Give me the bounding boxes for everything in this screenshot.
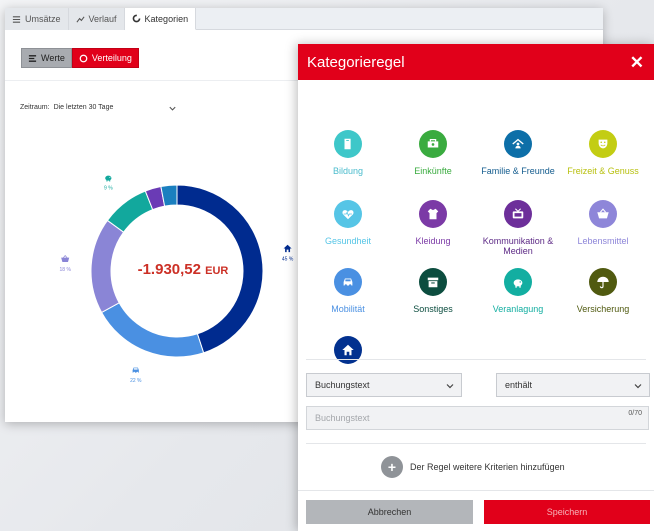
slice-label-1 [132, 367, 139, 374]
operator-select[interactable]: enthält [496, 373, 650, 397]
heart-pulse-icon [334, 200, 362, 228]
cancel-button[interactable]: Abbrechen [306, 500, 473, 524]
buchungstext-input[interactable]: Buchungstext 0/70 [306, 406, 649, 430]
slice-percent-label: 22 % [130, 378, 142, 384]
category-label: Gesundheit [324, 236, 372, 246]
chart-total: -1.930,52 EUR [113, 261, 253, 278]
category-label: Kommunikation & Medien [482, 236, 554, 256]
car-icon [334, 268, 362, 296]
operator-select-value: enthält [505, 380, 533, 390]
zeitraum-label: Zeitraum: [20, 104, 50, 111]
category-gesundheit[interactable]: Gesundheit [306, 200, 390, 246]
category-grid: Bildung Einkünfte Familie & Freunde Freizei… [298, 80, 654, 395]
donut-slice-1[interactable] [100, 302, 205, 358]
category-label: Kleidung [415, 236, 451, 246]
category-label: Bildung [332, 166, 364, 176]
buchungstext-placeholder: Buchungstext [315, 413, 370, 423]
list-icon [12, 15, 21, 23]
piggy-bank-icon [504, 268, 532, 296]
slice-percent-label: 45 % [282, 256, 294, 262]
archive-icon [419, 268, 447, 296]
zeitraum-value: Die letzten 30 Tage [53, 104, 114, 111]
category-versicherung[interactable]: Versicherung [561, 268, 645, 314]
umbrella-icon [589, 268, 617, 296]
slice-percent-label: 18 % [60, 267, 72, 273]
panel-header: Kategorieregel ✕ [298, 44, 654, 80]
slice-percent-label: 9 % [104, 186, 113, 192]
category-label: Einkünfte [414, 166, 452, 176]
divider [306, 443, 646, 444]
zeitraum-select[interactable]: Zeitraum: Die letzten 30 Tage [20, 104, 180, 111]
line-chart-icon [75, 15, 85, 23]
divider [306, 359, 646, 360]
save-button[interactable]: Speichern [484, 500, 650, 524]
category-label: Mobilität [331, 304, 365, 314]
category-familie-freunde[interactable]: Familie & Freunde [476, 130, 560, 176]
category-label: Lebensmittel [577, 236, 629, 246]
chevron-down-icon [634, 384, 642, 389]
ring-icon [79, 54, 88, 62]
category-label: Freizeit & Genuss [567, 166, 639, 176]
category-rule-panel: Kategorieregel ✕ Bildung Einkünfte Familie… [298, 44, 654, 531]
category-label: Familie & Freunde [481, 166, 555, 176]
category-veranlagung[interactable]: Veranlagung [476, 268, 560, 314]
donut-icon [132, 14, 140, 23]
tab-umsaetze-label: Umsätze [25, 14, 61, 24]
close-icon[interactable]: ✕ [630, 54, 644, 71]
slice-label-2 [61, 254, 70, 263]
slice-label-3 [105, 175, 112, 182]
category-lebensmittel[interactable]: Lebensmittel [561, 200, 645, 246]
werte-button[interactable]: Werte [21, 48, 72, 68]
verteilung-button[interactable]: Verteilung [71, 48, 139, 68]
char-counter: 0/70 [628, 410, 642, 417]
category-kleidung[interactable]: Kleidung [391, 200, 475, 246]
tv-icon [504, 200, 532, 228]
tab-bar: Umsätze Verlauf Kategorien [5, 8, 603, 30]
category-sonstiges[interactable]: Sonstiges [391, 268, 475, 314]
field-select[interactable]: Buchungstext [306, 373, 462, 397]
category-label: Veranlagung [492, 304, 544, 314]
plus-icon: + [381, 456, 403, 478]
add-criteria-button[interactable]: + Der Regel weitere Kriterien hinzufügen [381, 456, 565, 478]
view-toggle: Werte Verteilung [21, 48, 139, 68]
tab-verlauf-label: Verlauf [88, 14, 117, 24]
shirt-icon [419, 200, 447, 228]
book-icon [334, 130, 362, 158]
chevron-down-icon [446, 384, 454, 389]
tab-umsaetze[interactable]: Umsätze [5, 8, 69, 30]
verteilung-label: Verteilung [91, 53, 132, 63]
cash-icon [419, 130, 447, 158]
bars-icon [28, 54, 37, 62]
tab-kategorien-label: Kategorien [144, 13, 189, 24]
category-label: Versicherung [576, 304, 630, 314]
tab-kategorien[interactable]: Kategorien [124, 8, 197, 30]
total-amount: -1.930,52 [137, 261, 201, 278]
slice-label-0 [283, 244, 292, 253]
total-currency: EUR [205, 265, 229, 277]
category-bildung[interactable]: Bildung [306, 130, 390, 176]
chevron-down-icon[interactable] [168, 104, 177, 113]
divider [298, 490, 654, 491]
category-freizeit-genuss[interactable]: Freizeit & Genuss [561, 130, 645, 176]
category-kommunikation-medien[interactable]: Kommunikation & Medien [476, 200, 560, 256]
panel-title: Kategorieregel [307, 53, 405, 71]
category-mobilität[interactable]: Mobilität [306, 268, 390, 314]
werte-label: Werte [41, 53, 65, 63]
field-select-value: Buchungstext [315, 380, 370, 390]
add-criteria-label: Der Regel weitere Kriterien hinzufügen [410, 462, 565, 472]
theater-masks-icon [589, 130, 617, 158]
category-label: Sonstiges [413, 304, 453, 314]
basket-icon [589, 200, 617, 228]
tab-verlauf[interactable]: Verlauf [68, 8, 125, 30]
family-icon [504, 130, 532, 158]
category-einkünfte[interactable]: Einkünfte [391, 130, 475, 176]
